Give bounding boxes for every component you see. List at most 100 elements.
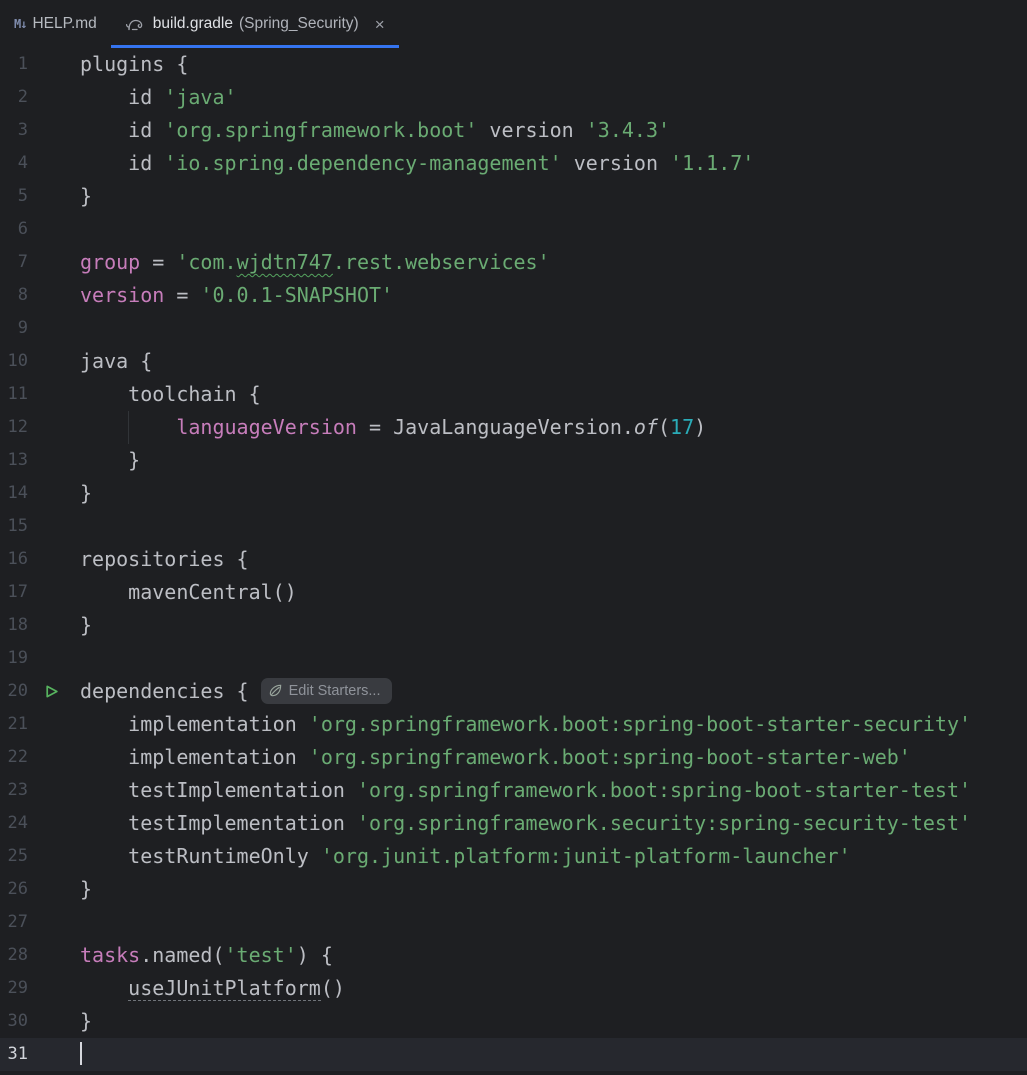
line-number: 16 — [7, 549, 28, 569]
code-text[interactable]: id 'org.springframework.boot' version '3… — [75, 114, 1027, 147]
code-token: = — [164, 283, 201, 307]
code-text[interactable] — [75, 510, 1027, 543]
line-number: 10 — [7, 351, 28, 371]
code-line: 30} — [0, 1005, 1027, 1038]
code-line: 27 — [0, 906, 1027, 939]
gutter-spacer — [28, 444, 75, 477]
code-text[interactable]: } — [75, 873, 1027, 906]
code-text[interactable]: implementation 'org.springframework.boot… — [75, 741, 1027, 774]
gutter-spacer — [28, 279, 75, 312]
code-token: .named( — [140, 943, 225, 967]
code-text[interactable] — [75, 213, 1027, 246]
line-number: 18 — [7, 615, 28, 635]
code-line: 6 — [0, 213, 1027, 246]
code-text[interactable]: implementation 'org.springframework.boot… — [75, 708, 1027, 741]
code-text[interactable]: dependencies { Edit Starters... — [75, 675, 1027, 708]
code-text[interactable]: } — [75, 477, 1027, 510]
code-text[interactable] — [75, 1038, 1027, 1071]
code-text[interactable]: mavenCentral() — [75, 576, 1027, 609]
tab-build-gradle[interactable]: build.gradle (Spring_Security) × — [110, 0, 399, 48]
tab-label: HELP.md — [32, 15, 97, 32]
code-text[interactable]: plugins { — [75, 48, 1027, 81]
code-text[interactable]: group = 'com.wjdtn747.rest.webservices' — [75, 246, 1027, 279]
code-text[interactable]: id 'io.spring.dependency-management' ver… — [75, 147, 1027, 180]
code-text[interactable] — [75, 312, 1027, 345]
code-line: 1 plugins { — [0, 48, 1027, 81]
line-number: 8 — [17, 285, 28, 305]
gutter-spacer — [28, 873, 75, 906]
code-token: ( — [658, 415, 671, 439]
code-line: 8 version = '0.0.1-SNAPSHOT' — [0, 279, 1027, 312]
code-token: 'org.junit.platform:junit-platform-launc… — [320, 844, 851, 868]
code-text[interactable]: id 'java' — [75, 81, 1027, 114]
code-token: 'org.springframework.boot:spring-boot-st… — [308, 712, 972, 736]
indent-guide — [128, 411, 130, 444]
tab-label: build.gradle — [152, 15, 233, 32]
code-text[interactable]: toolchain { — [75, 378, 1027, 411]
code-token: testImplementation — [80, 778, 357, 802]
code-line: 7 group = 'com.wjdtn747.rest.webservices' — [0, 246, 1027, 279]
code-line: 23 testImplementation 'org.springframewo… — [0, 774, 1027, 807]
code-token: 'org.springframework.boot:spring-boot-st… — [356, 778, 972, 802]
code-token: } — [80, 481, 93, 505]
code-line: 14} — [0, 477, 1027, 510]
code-text[interactable]: languageVersion = JavaLanguageVersion.of… — [75, 411, 1027, 444]
code-line: 10 java { — [0, 345, 1027, 378]
gutter-spacer — [28, 114, 75, 147]
code-text[interactable]: } — [75, 1005, 1027, 1038]
line-number: 23 — [7, 780, 28, 800]
code-token: = JavaLanguageVersion. — [356, 415, 634, 439]
code-line: 16 repositories { — [0, 543, 1027, 576]
gutter-spacer — [28, 774, 75, 807]
code-text[interactable]: java { — [75, 345, 1027, 378]
code-token: 'test' — [224, 943, 297, 967]
gutter-spacer — [28, 246, 75, 279]
code-token: useJUnitPlatform — [128, 976, 321, 1001]
code-text[interactable]: testImplementation 'org.springframework.… — [75, 774, 1027, 807]
code-text[interactable] — [75, 642, 1027, 675]
gradle-icon — [125, 17, 145, 32]
code-line: 21 implementation 'org.springframework.b… — [0, 708, 1027, 741]
tab-help-md[interactable]: M↓ HELP.md — [0, 0, 111, 48]
gutter-spacer — [28, 477, 75, 510]
edit-starters-inlay[interactable]: Edit Starters... — [260, 677, 392, 704]
line-number: 12 — [7, 417, 28, 437]
code-token: '1.1.7' — [670, 151, 755, 175]
gutter-spacer — [28, 81, 75, 114]
gutter-spacer — [28, 609, 75, 642]
line-number: 29 — [7, 978, 28, 998]
code-text[interactable]: } — [75, 609, 1027, 642]
code-editor[interactable]: 1 plugins {2 id 'java' 3 id 'org.springfra… — [0, 48, 1027, 1071]
code-line: 18} — [0, 609, 1027, 642]
code-line: 12 languageVersion = JavaLanguageVersion… — [0, 411, 1027, 444]
line-number: 6 — [17, 219, 28, 239]
line-number: 7 — [17, 252, 28, 272]
code-line: 31 — [0, 1038, 1027, 1071]
code-text[interactable]: } — [75, 180, 1027, 213]
code-text[interactable]: version = '0.0.1-SNAPSHOT' — [75, 279, 1027, 312]
line-number: 27 — [7, 912, 28, 932]
code-token: java { — [80, 349, 153, 373]
code-text[interactable]: tasks.named('test') { — [75, 939, 1027, 972]
code-text[interactable]: useJUnitPlatform() — [75, 972, 1027, 1005]
line-number: 19 — [7, 648, 28, 668]
line-number: 14 — [7, 483, 28, 503]
code-token: } — [80, 877, 93, 901]
code-text[interactable]: repositories { — [75, 543, 1027, 576]
gutter-spacer — [28, 180, 75, 213]
close-tab-icon[interactable]: × — [375, 16, 385, 33]
code-text[interactable]: } — [75, 444, 1027, 477]
code-token: 17 — [670, 415, 695, 439]
line-number: 2 — [17, 87, 28, 107]
code-text[interactable] — [75, 906, 1027, 939]
code-token: mavenCentral() — [80, 580, 297, 604]
code-text[interactable]: testImplementation 'org.springframework.… — [75, 807, 1027, 840]
line-number: 9 — [17, 318, 28, 338]
code-token: of — [633, 415, 658, 439]
code-text[interactable]: testRuntimeOnly 'org.junit.platform:juni… — [75, 840, 1027, 873]
run-gutter-icon[interactable] — [28, 675, 75, 708]
line-number: 24 — [7, 813, 28, 833]
code-token: } — [80, 613, 93, 637]
code-line: 2 id 'java' — [0, 81, 1027, 114]
code-token: 'java' — [164, 85, 237, 109]
